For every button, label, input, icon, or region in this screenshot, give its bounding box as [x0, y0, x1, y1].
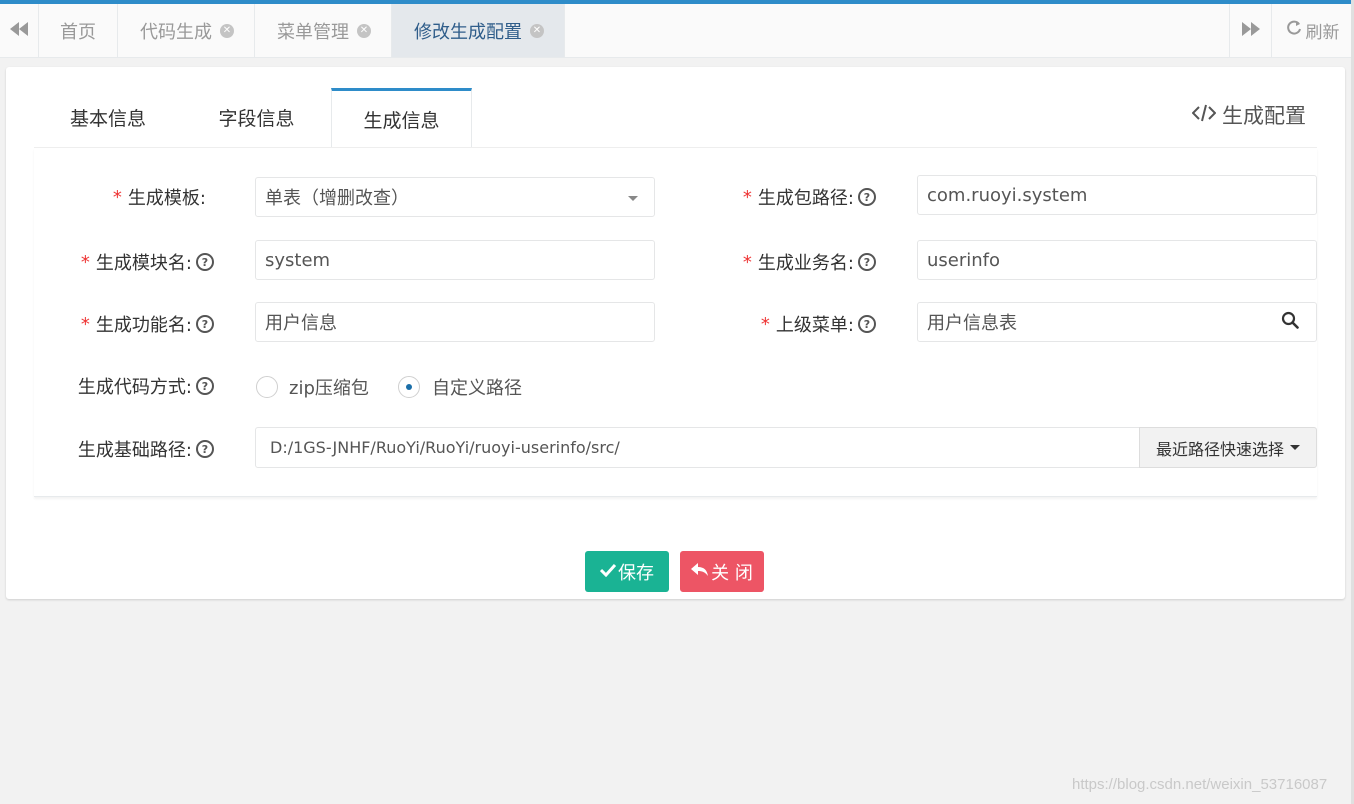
template-label: * 生成模板: [66, 177, 206, 217]
tab-field-info[interactable]: 字段信息 [182, 88, 331, 147]
backward-icon [10, 20, 28, 41]
panel-title: 生成配置 [1191, 100, 1306, 130]
label-text: 生成代码方式: [77, 377, 192, 398]
parent-menu-search-button[interactable] [1264, 302, 1317, 342]
search-icon [1281, 311, 1299, 333]
input-value: D:/1GS-JNHF/RuoYi/RuoYi/ruoyi-userinfo/s… [270, 438, 620, 457]
help-icon[interactable]: ? [196, 253, 214, 271]
input-value: com.ruoyi.system [927, 184, 1088, 206]
dropdown-label: 最近路径快速选择 [1155, 439, 1284, 459]
button-label: 关 闭 [711, 562, 753, 584]
save-button[interactable]: 保存 [585, 551, 669, 592]
caret-down-icon [1290, 445, 1300, 450]
recent-path-dropdown-button[interactable]: 最近路径快速选择 [1139, 427, 1317, 468]
scroll-tabs-left-button[interactable] [0, 4, 39, 57]
button-label: 保存 [618, 562, 654, 584]
check-icon [599, 561, 617, 582]
code-icon [1191, 103, 1217, 127]
gen-type-label: 生成代码方式: ? [46, 366, 214, 406]
gen-config-card: 基本信息 字段信息 生成信息 生成配置 * 生成模板: 单表（增删改查） * 生… [6, 67, 1345, 599]
required-marker: * [80, 251, 90, 273]
help-icon[interactable]: ? [858, 315, 876, 333]
business-label: * 生成业务名: ? [686, 242, 876, 282]
parent-menu-label: * 上级菜单: ? [686, 304, 876, 344]
scroll-tabs-right-button[interactable] [1229, 4, 1272, 57]
radio-zip-label[interactable]: zip压缩包 [289, 375, 369, 399]
module-label: * 生成模块名: ? [46, 242, 214, 282]
radio-zip[interactable] [256, 376, 278, 398]
close-button[interactable]: 关 闭 [680, 551, 764, 592]
refresh-label: 刷新 [1305, 23, 1340, 43]
watermark-text: https://blog.csdn.net/weixin_53716087 [1072, 776, 1328, 793]
input-value: 用户信息表 [927, 313, 1017, 334]
panel-title-text: 生成配置 [1222, 104, 1306, 128]
select-value: 单表（增删改查） [265, 188, 409, 209]
required-marker: * [80, 313, 90, 335]
tab-label: 生成信息 [363, 109, 440, 132]
input-value: system [265, 249, 331, 271]
tab-home[interactable]: 首页 [38, 4, 118, 57]
label-text: 上级菜单: [775, 315, 854, 336]
close-tab-icon[interactable]: ✕ [220, 23, 234, 38]
required-marker: * [112, 186, 122, 208]
base-path-input[interactable]: D:/1GS-JNHF/RuoYi/RuoYi/ruoyi-userinfo/s… [255, 427, 1140, 468]
input-value: 用户信息 [265, 313, 337, 334]
required-marker: * [742, 186, 752, 208]
package-input[interactable]: com.ruoyi.system [917, 175, 1317, 215]
module-input[interactable]: system [255, 240, 655, 280]
template-select[interactable]: 单表（增删改查） [255, 177, 655, 217]
base-path-label: 生成基础路径: ? [46, 429, 214, 469]
help-icon[interactable]: ? [196, 377, 214, 395]
parent-menu-input[interactable]: 用户信息表 [917, 302, 1265, 342]
radio-custom-path[interactable] [398, 376, 420, 398]
refresh-button[interactable]: 刷新 [1271, 4, 1354, 57]
reply-icon [691, 561, 709, 582]
help-icon[interactable]: ? [196, 440, 214, 458]
tab-label: 修改生成配置 [414, 21, 522, 43]
help-icon[interactable]: ? [858, 253, 876, 271]
input-value: userinfo [927, 249, 1001, 271]
help-icon[interactable]: ? [196, 315, 214, 333]
tab-label: 字段信息 [218, 108, 295, 130]
label-text: 生成基础路径: [77, 440, 192, 461]
tab-label: 首页 [60, 21, 96, 43]
label-text: 生成功能名: [95, 315, 192, 336]
refresh-icon [1286, 20, 1302, 41]
help-icon[interactable]: ? [858, 188, 876, 206]
close-tab-icon[interactable]: ✕ [530, 23, 544, 38]
tab-label: 基本信息 [69, 108, 146, 130]
function-label: * 生成功能名: ? [46, 304, 214, 344]
tab-label: 菜单管理 [277, 21, 349, 43]
radio-custom-path-label[interactable]: 自定义路径 [432, 375, 522, 399]
tab-menu-management[interactable]: 菜单管理 ✕ [255, 4, 392, 57]
tab-gen-info[interactable]: 生成信息 [331, 88, 472, 147]
page-tab-bar: 首页 代码生成 ✕ 菜单管理 ✕ 修改生成配置 ✕ 刷新 [0, 4, 1354, 58]
business-input[interactable]: userinfo [917, 240, 1317, 280]
label-text: 生成包路径: [757, 188, 854, 209]
package-label: * 生成包路径: ? [686, 177, 876, 217]
tab-edit-gen-config[interactable]: 修改生成配置 ✕ [392, 4, 565, 57]
function-input[interactable]: 用户信息 [255, 302, 655, 342]
required-marker: * [760, 313, 770, 335]
label-text: 生成模块名: [95, 253, 192, 274]
forward-icon [1241, 20, 1260, 41]
tab-label: 代码生成 [140, 21, 212, 43]
label-text: 生成模板: [127, 188, 206, 209]
required-marker: * [742, 251, 752, 273]
close-tab-icon[interactable]: ✕ [357, 23, 371, 38]
tab-basic-info[interactable]: 基本信息 [34, 88, 182, 147]
chevron-down-icon [628, 196, 638, 201]
label-text: 生成业务名: [757, 253, 854, 274]
tab-code-gen[interactable]: 代码生成 ✕ [118, 4, 255, 57]
